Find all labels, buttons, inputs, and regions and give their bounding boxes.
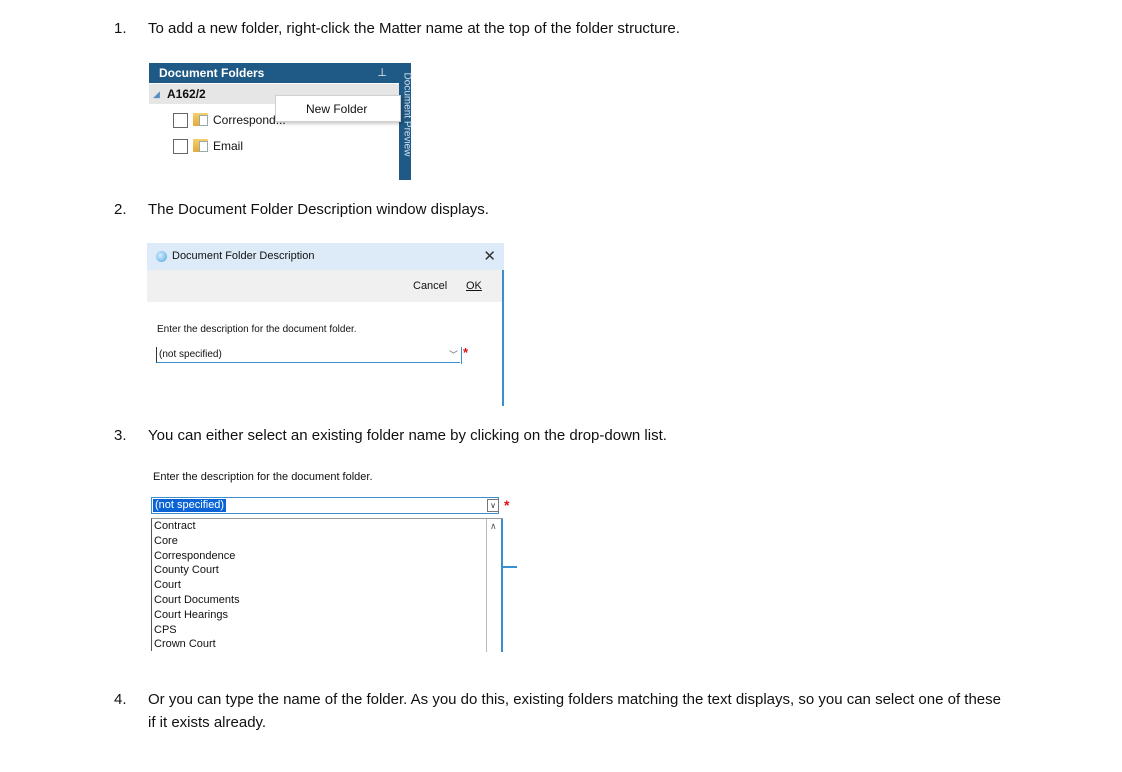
list-item[interactable]: Court — [154, 578, 181, 593]
chevron-down-icon[interactable]: ﹀ — [449, 347, 458, 363]
description-prompt: Enter the description for the document f… — [157, 324, 357, 335]
dialog-border — [502, 270, 504, 406]
side-tab-label: Document Preview — [401, 72, 413, 157]
dialog-title: Document Folder Description — [172, 250, 315, 262]
step-number: 1. — [114, 20, 127, 37]
checkbox[interactable] — [173, 139, 188, 154]
list-item[interactable]: Core — [154, 534, 178, 549]
dialog-toolbar: Cancel OK — [147, 270, 504, 302]
step-number: 2. — [114, 201, 127, 218]
step-1: 1. To add a new folder, right-click the … — [114, 17, 1114, 41]
cancel-button[interactable]: Cancel — [413, 280, 447, 292]
description-combobox[interactable]: (not specified) ﹀ — [156, 347, 460, 363]
globe-icon — [156, 251, 167, 262]
close-icon[interactable]: ✕ — [483, 243, 496, 270]
list-item[interactable]: Crown Court — [154, 637, 216, 652]
combobox-value: (not specified) — [151, 498, 228, 513]
context-menu-new-folder[interactable]: New Folder — [275, 95, 401, 122]
step-2: 2. The Document Folder Description windo… — [114, 198, 1114, 222]
folder-description-dialog: Document Folder Description ✕ Cancel OK … — [147, 243, 504, 406]
pin-icon[interactable]: ⊥ — [377, 63, 387, 83]
required-marker: * — [463, 345, 469, 360]
step-number: 4. — [114, 691, 127, 708]
dropdown-list[interactable]: Contract Core Correspondence County Cour… — [151, 518, 503, 652]
dialog-edge — [503, 566, 517, 568]
list-item[interactable]: County Court — [154, 563, 219, 578]
folder-label: Email — [213, 139, 244, 153]
description-combobox[interactable]: (not specified) ∨ — [151, 497, 499, 514]
list-item[interactable]: Correspondence — [154, 549, 235, 564]
checkbox[interactable] — [173, 113, 188, 128]
step-3: 3. You can either select an existing fol… — [114, 424, 1114, 448]
required-marker: * — [504, 497, 510, 513]
dropdown-list-screenshot: Enter the description for the document f… — [149, 467, 519, 652]
description-prompt: Enter the description for the document f… — [153, 471, 373, 483]
combobox-value: (not specified) — [159, 349, 222, 360]
panel-title: Document Folders — [159, 66, 265, 80]
step-text: Or you can type the name of the folder. … — [148, 691, 1001, 708]
matter-label: A162/2 — [167, 87, 206, 101]
list-item[interactable]: Court Documents — [154, 593, 240, 608]
expand-icon[interactable]: ◢ — [153, 84, 160, 104]
list-item[interactable]: CPS — [154, 623, 177, 638]
document-folders-screenshot: Document Folders ⊥ Document Preview ◢ A1… — [149, 63, 413, 180]
ok-button[interactable]: OK — [466, 280, 482, 292]
step-text: To add a new folder, right-click the Mat… — [148, 20, 680, 37]
dialog-titlebar: Document Folder Description ✕ — [147, 243, 504, 270]
list-item[interactable]: Court Hearings — [154, 608, 228, 623]
combo-divider — [461, 347, 462, 364]
step-4: 4. Or you can type the name of the folde… — [114, 688, 1114, 736]
step-number: 3. — [114, 427, 127, 444]
step-text: You can either select an existing folder… — [148, 427, 667, 444]
panel-header: Document Folders ⊥ — [149, 63, 399, 83]
chevron-down-icon[interactable]: ∨ — [487, 499, 499, 512]
step-text-continued: if it exists already. — [148, 714, 267, 731]
chevron-up-icon[interactable]: ∧ — [490, 521, 497, 532]
folder-icon — [193, 139, 208, 152]
scrollbar[interactable]: ∧ — [486, 519, 503, 652]
list-item[interactable]: Contract — [154, 519, 196, 534]
folder-icon — [193, 113, 208, 126]
step-text: The Document Folder Description window d… — [148, 201, 489, 218]
